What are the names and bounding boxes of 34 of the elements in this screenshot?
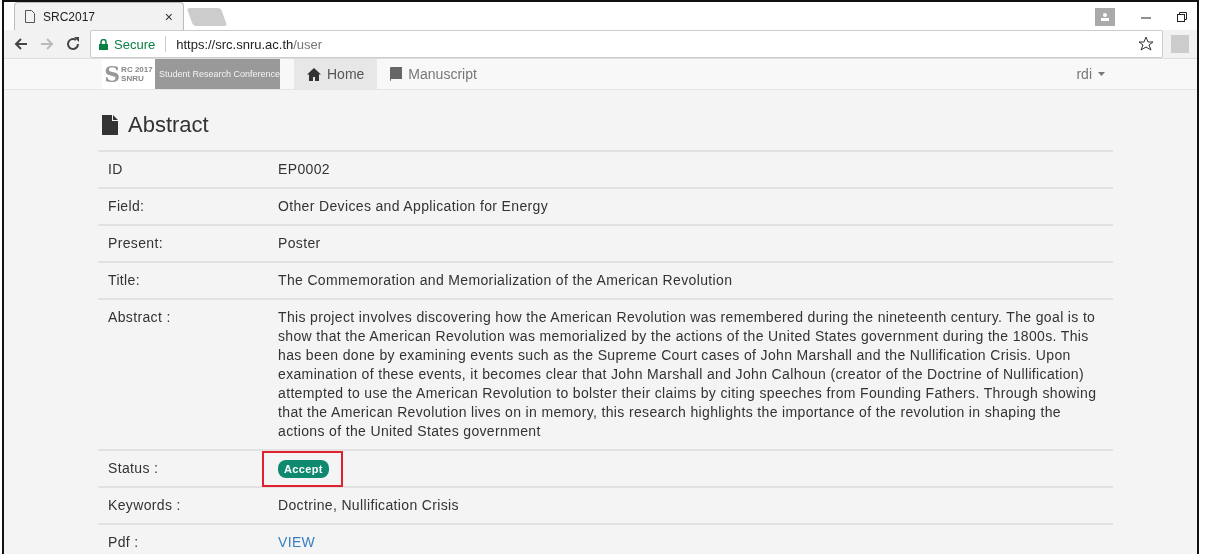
field-label: Abstract : xyxy=(108,308,172,327)
restore-icon[interactable] xyxy=(1177,12,1187,22)
nav-tab[interactable]: Manuscript xyxy=(377,59,490,89)
field-value: Poster xyxy=(278,234,322,253)
field-value: This project involves discovering how the American Revolution was remembered during the nineteenth century. The goal is to show that the American Revolution was memorialized by the actions of the United States government during the 1800s. This has been done by examining events such as the Supreme Court cases of John Marshall and the Nullification Crisis. Upon examination of these events, it becomes clear that John Marshall and John Calhoun (creator of the Doctrine of Nullification) attempted to use the American Revolution to bolster their claims by citing speeches from Founding Fathers. Through showing that the American Revolution lives on in memory, this research highlights the importance of the revolution in shaping the actions of the United States government xyxy=(278,308,1098,441)
field-label: Title: xyxy=(108,271,141,290)
field-label: ID xyxy=(108,160,124,179)
user-menu[interactable]: rdi xyxy=(1070,59,1111,89)
url-text: https://src.snru.ac.th/user xyxy=(176,36,323,52)
page-icon xyxy=(25,10,35,23)
field-value: The Commemoration and Memorialization of the American Revolution xyxy=(278,271,734,290)
field-label: Present: xyxy=(108,234,164,253)
view-link[interactable]: VIEW xyxy=(278,534,316,550)
address-bar[interactable]: Secure https://src.snru.ac.th/user xyxy=(90,30,1163,58)
profile-icon[interactable] xyxy=(1095,8,1115,26)
caret-icon xyxy=(1098,72,1105,76)
field-value: Doctrine, Nullification Crisis xyxy=(278,496,460,515)
field-label: Field: xyxy=(108,197,146,216)
star-icon[interactable] xyxy=(1138,36,1154,52)
reload-icon[interactable] xyxy=(64,35,82,53)
lock-icon xyxy=(99,38,108,50)
field-label: Pdf : xyxy=(108,533,140,552)
home-icon xyxy=(307,67,321,81)
field-label: Keywords : xyxy=(108,496,182,515)
document-icon xyxy=(102,115,118,135)
nav-tab[interactable]: Home xyxy=(294,59,378,89)
browser-tab[interactable]: SRC2017 × xyxy=(14,2,184,30)
field-label: Status : xyxy=(108,459,160,478)
field-value: EP0002 xyxy=(278,160,331,179)
secure-label: Secure xyxy=(114,36,156,52)
field-value: Other Devices and Application for Energy xyxy=(278,197,550,216)
new-tab-button[interactable] xyxy=(186,8,228,26)
close-tab-button[interactable]: × xyxy=(164,8,173,25)
page-heading: Abstract xyxy=(128,112,209,138)
